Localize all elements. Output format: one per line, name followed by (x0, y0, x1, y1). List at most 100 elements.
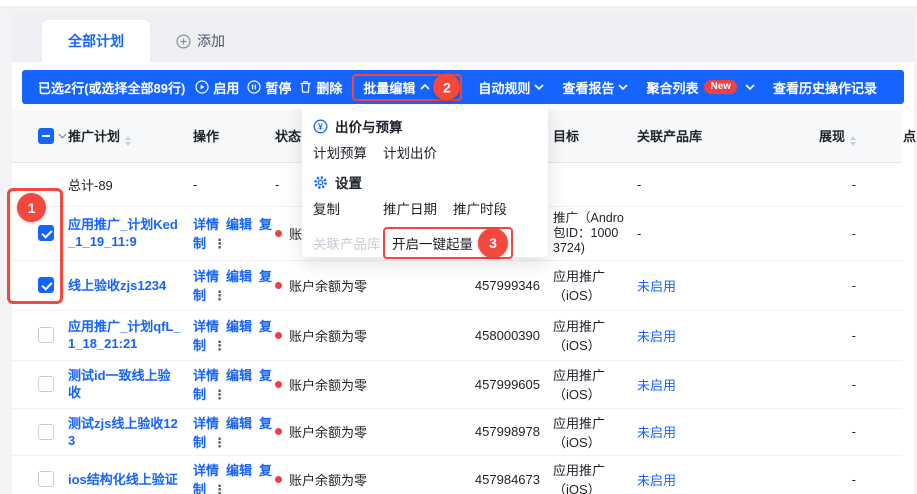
selection-count-text: 已选2行(或选择全部89行) (38, 78, 185, 97)
clicks-cell (868, 206, 902, 260)
status-cell: 账户余额为零 (275, 408, 455, 455)
select-all-checkbox[interactable] (38, 128, 54, 144)
menu-item-promo-period[interactable]: 推广时段 (453, 198, 523, 218)
chevron-down-icon[interactable] (58, 133, 67, 139)
status-wrap: 账户余额为零 (275, 422, 367, 441)
op-link-0[interactable]: 详情 (193, 319, 219, 334)
tab-add[interactable]: 添加 (150, 20, 251, 62)
target-cell: 应用推广（iOS） (545, 455, 630, 494)
menu-item-copy[interactable]: 复制 (313, 198, 383, 218)
history-button[interactable]: 查看历史操作记录 (773, 78, 877, 97)
menu-item-plan-bid[interactable]: 计划出价 (383, 142, 453, 162)
status-text: 账户余额为零 (289, 326, 367, 345)
col-header-product-lib: 关联产品库 (630, 110, 750, 162)
plan-name-link[interactable]: 测试id一致线上验收 (68, 367, 182, 401)
plan-id-cell: 457998978 (455, 408, 545, 455)
status-cell: 账户余额为零 (275, 360, 455, 408)
plan-checkbox[interactable] (38, 376, 54, 392)
col-header-impressions[interactable]: 展现 (750, 110, 868, 162)
op-link-0[interactable]: 详情 (193, 217, 219, 232)
pause-circle-icon (247, 80, 261, 94)
total-label: 总计-89 (68, 178, 113, 193)
plan-name-link[interactable]: ios结构化线上验证 (68, 471, 182, 488)
impressions-cell: - (750, 455, 868, 494)
checkbox-cell (12, 408, 68, 455)
table-row: ios结构化线上验证详情编辑复制⋮账户余额为零457984673应用推广（iOS… (12, 455, 902, 494)
op-link-1[interactable]: 编辑 (226, 368, 252, 383)
pause-button[interactable]: 暂停 (247, 78, 291, 97)
op-link-0[interactable]: 详情 (193, 416, 219, 431)
plan-name-link[interactable]: 应用推广_计划qfL_1_18_21:21 (68, 318, 182, 352)
kebab-menu-icon[interactable]: ⋮ (213, 482, 226, 494)
plan-id-cell: 457984673 (455, 455, 545, 494)
clicks-cell (868, 408, 902, 455)
clicks-cell (868, 360, 902, 408)
plan-checkbox[interactable] (38, 424, 54, 440)
product-lib-link[interactable]: 未启用 (637, 378, 676, 393)
col-header-target: 目标 (545, 110, 630, 162)
annotation-box-1: 1 (7, 188, 63, 304)
op-link-1[interactable]: 编辑 (226, 217, 252, 232)
ops-cell: - (190, 162, 275, 206)
op-link-0[interactable]: 详情 (193, 269, 219, 284)
kebab-menu-icon[interactable]: ⋮ (213, 338, 226, 353)
table-row: 测试id一致线上验收详情编辑复制⋮账户余额为零457999605应用推广（iOS… (12, 360, 902, 408)
op-link-1[interactable]: 编辑 (226, 416, 252, 431)
gear-icon (313, 175, 328, 190)
tab-all-plans-label: 全部计划 (68, 31, 124, 51)
op-link-1[interactable]: 编辑 (226, 319, 252, 334)
kebab-menu-icon[interactable]: ⋮ (213, 387, 226, 402)
play-circle-icon (195, 80, 209, 94)
status-wrap: 账户余额为零 (275, 470, 367, 489)
product-lib-link[interactable]: 未启用 (637, 329, 676, 344)
clicks-cell (868, 162, 902, 206)
target-line: 推广（Andro (553, 211, 630, 226)
product-lib-link[interactable]: 未启用 (637, 425, 676, 440)
clicks-cell (868, 260, 902, 310)
batch-edit-button[interactable]: 批量编辑 2 (352, 74, 462, 101)
op-link-1[interactable]: 编辑 (226, 269, 252, 284)
status-cell: 账户余额为零 (275, 455, 455, 494)
sort-icon[interactable] (125, 136, 131, 146)
tab-all-plans[interactable]: 全部计划 (42, 20, 150, 62)
sort-icon[interactable] (850, 136, 856, 146)
impressions-cell: - (750, 310, 868, 360)
col-header-clicks: 点 (868, 110, 902, 162)
batch-edit-dropdown: ¥ 出价与预算 计划预算 计划出价 设置 复制 推广日期 推广时段 关联产品库 … (302, 105, 548, 257)
plan-checkbox[interactable] (38, 327, 54, 343)
plan-name-link[interactable]: 线上验收zjs1234 (68, 277, 182, 294)
plan-name-link[interactable]: 应用推广_计划Ked_1_19_11:9 (68, 216, 182, 250)
chevron-down-icon (745, 84, 755, 90)
table-row: 线上验收zjs1234详情编辑复制⋮账户余额为零457999346应用推广（iO… (12, 260, 902, 310)
aggregate-list-button[interactable]: 聚合列表 New (646, 78, 755, 97)
chevron-up-icon (420, 84, 430, 90)
op-link-1[interactable]: 编辑 (226, 463, 252, 478)
kebab-menu-icon[interactable]: ⋮ (213, 288, 226, 303)
impressions-cell: - (750, 206, 868, 260)
status-wrap: 账户余额为零 (275, 326, 367, 345)
product-lib-link[interactable]: 未启用 (637, 473, 676, 488)
impressions-cell: - (750, 260, 868, 310)
kebab-menu-icon[interactable]: ⋮ (213, 435, 226, 450)
menu-item-promo-date[interactable]: 推广日期 (383, 198, 453, 218)
op-link-0[interactable]: 详情 (193, 463, 219, 478)
annotation-step-2: 2 (433, 74, 460, 101)
top-strip (0, 0, 917, 6)
target-cell: 应用推广（iOS） (545, 310, 630, 360)
status-dot (275, 282, 282, 289)
view-report-button[interactable]: 查看报告 (562, 78, 628, 97)
plan-name-link[interactable]: 测试zjs线上验收123 (68, 415, 182, 449)
batch-action-toolbar: 已选2行(或选择全部89行) 启用 暂停 删除 批量编辑 2 自动规则 (22, 70, 904, 104)
kebab-menu-icon[interactable]: ⋮ (213, 236, 226, 251)
menu-item-one-click-boost[interactable]: 开启一键起量 3 (383, 227, 513, 259)
auto-rules-button[interactable]: 自动规则 (478, 78, 544, 97)
menu-item-plan-budget[interactable]: 计划预算 (313, 142, 383, 162)
product-lib-link[interactable]: 未启用 (637, 279, 676, 294)
col-header-plan[interactable]: 推广计划 (68, 110, 190, 162)
product-lib-cell: 未启用 (630, 260, 750, 310)
op-link-0[interactable]: 详情 (193, 368, 219, 383)
delete-button[interactable]: 删除 (299, 78, 342, 97)
enable-button[interactable]: 启用 (195, 78, 239, 97)
plan-name-cell: ios结构化线上验证 (68, 455, 190, 494)
plan-checkbox[interactable] (38, 471, 54, 487)
